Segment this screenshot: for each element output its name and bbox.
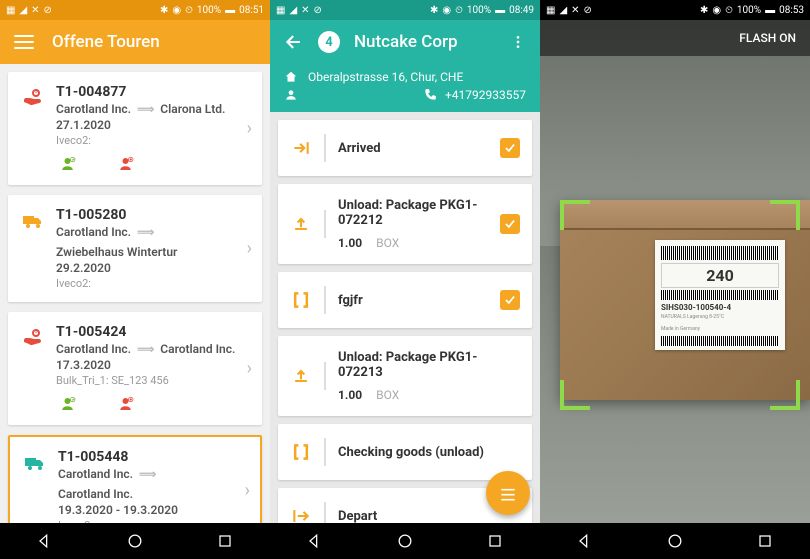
tour-type-icon [18,326,46,350]
tours-list: T1-004877 Carotland Inc.⟹Clarona Ltd. 27… [0,64,270,559]
app-bar: Offene Touren [0,20,270,64]
tours-screen: ▦◢✕⊘ ✱◉⏲100%▬08:51 Offene Touren T1-0048… [0,0,270,559]
tour-card[interactable]: T1-004877 Carotland Inc.⟹Clarona Ltd. 27… [8,72,262,185]
check-icon[interactable] [500,214,520,234]
recent-button[interactable] [755,531,775,551]
home-button[interactable] [395,531,415,551]
more-icon[interactable] [510,34,526,50]
menu-icon[interactable] [14,35,34,49]
task-title: Unload: Package PKG1-072212 [338,198,488,228]
task-icon [290,290,312,310]
page-title: Offene Touren [52,32,160,52]
tour-id: T1-005424 [56,324,237,340]
task-icon [290,214,312,234]
phone-text[interactable]: +41792933557 [445,88,526,102]
status-bar: ▦◢✕⊘ ✱◉⏲100%▬08:49 [270,0,540,20]
tour-type-icon [18,86,46,110]
status-bar: ▦◢✕⊘ ✱◉⏲100%▬08:51 [0,0,270,20]
back-button[interactable] [35,531,55,551]
app-bar: 4 Nutcake Corp [270,20,540,64]
chevron-right-icon: › [247,238,252,259]
back-button[interactable] [305,531,325,551]
scan-corner [770,200,800,230]
task-title: Unload: Package PKG1-072213 [338,350,520,380]
chevron-right-icon: › [247,358,252,379]
package-box: 240 SIHS030-100540-4 NATURALS Lagerung 8… [560,200,810,400]
tour-date: 17.3.2020 [56,358,237,372]
chevron-right-icon: › [245,480,250,501]
task-icon [290,442,312,462]
task-title: Depart [338,509,520,524]
task-title: Checking goods (unload) [338,445,520,460]
task-unit: BOX [376,388,399,402]
tour-vehicle: Iveco2: [56,277,237,290]
task-card[interactable]: Unload: Package PKG1-072212 1.00 BOX [278,184,532,264]
stop-number-badge: 4 [318,31,340,53]
person-icon [284,88,298,102]
flash-toggle[interactable]: FLASH ON [540,20,810,56]
back-button[interactable] [575,531,595,551]
recent-button[interactable] [485,531,505,551]
phone-icon[interactable] [423,88,437,102]
home-button[interactable] [125,531,145,551]
chevron-right-icon: › [247,118,252,139]
task-unit: BOX [376,236,399,250]
company-title: Nutcake Corp [354,32,496,52]
tour-id: T1-005448 [58,449,235,465]
status-bar: ▦◢✕⊘ ✱◉⏲100%▬08:53 [540,0,810,20]
tour-type-icon [18,209,46,233]
scan-corner [560,380,590,410]
scan-corner [770,380,800,410]
tour-type-icon [20,451,48,475]
task-card[interactable]: Unload: Package PKG1-072213 1.00 BOX [278,336,532,416]
stop-subheader: Oberalpstrasse 16, Chur, CHE +4179293355… [270,64,540,112]
stop-detail-screen: ▦◢✕⊘ ✱◉⏲100%▬08:49 4 Nutcake Corp Oberal… [270,0,540,559]
tour-route: Carotland Inc.⟹Clarona Ltd. [56,102,237,116]
tour-date: 27.1.2020 [56,118,237,132]
tour-route: Carotland Inc.⟹Carotland Inc. [58,467,235,501]
tour-route: Carotland Inc.⟹Carotland Inc. [56,342,237,356]
status-icons [60,395,237,413]
camera-view[interactable]: 240 SIHS030-100540-4 NATURALS Lagerung 8… [540,20,810,523]
task-qty: 1.00 [338,236,362,250]
tour-id: T1-005280 [56,207,237,223]
tour-vehicle: Iveco2: [56,134,237,147]
task-card[interactable]: fgjfr [278,272,532,328]
scanner-screen: ▦◢✕⊘ ✱◉⏲100%▬08:53 240 SIHS030-100540-4 … [540,0,810,559]
tour-date: 19.3.2020 - 19.3.2020 [58,503,235,517]
check-icon[interactable] [500,290,520,310]
task-title: Arrived [338,141,488,156]
tour-id: T1-004877 [56,84,237,100]
status-icons [60,155,237,173]
home-button[interactable] [665,531,685,551]
tour-date: 29.2.2020 [56,261,237,275]
task-icon [290,138,312,158]
tour-card[interactable]: T1-005424 Carotland Inc.⟹Carotland Inc. … [8,312,262,425]
android-navbar [540,523,810,559]
check-icon[interactable] [500,138,520,158]
scan-corner [560,200,590,230]
home-icon [284,70,298,84]
tour-vehicle: Bulk_Tri_1: SE_123 456 [56,374,237,387]
task-qty: 1.00 [338,388,362,402]
tour-card[interactable]: T1-005280 Carotland Inc.⟹Zwiebelhaus Win… [8,195,262,302]
android-navbar [0,523,270,559]
fab-button[interactable] [486,471,530,515]
recent-button[interactable] [215,531,235,551]
android-navbar [270,523,540,559]
tour-route: Carotland Inc.⟹Zwiebelhaus Wintertur [56,225,237,259]
shipping-label: 240 SIHS030-100540-4 NATURALS Lagerung 8… [655,240,785,350]
back-icon[interactable] [284,32,304,52]
task-title: fgjfr [338,293,488,308]
task-card[interactable]: Checking goods (unload) [278,424,532,480]
task-icon [290,366,312,386]
task-card[interactable]: Arrived [278,120,532,176]
address-text: Oberalpstrasse 16, Chur, CHE [308,70,463,84]
